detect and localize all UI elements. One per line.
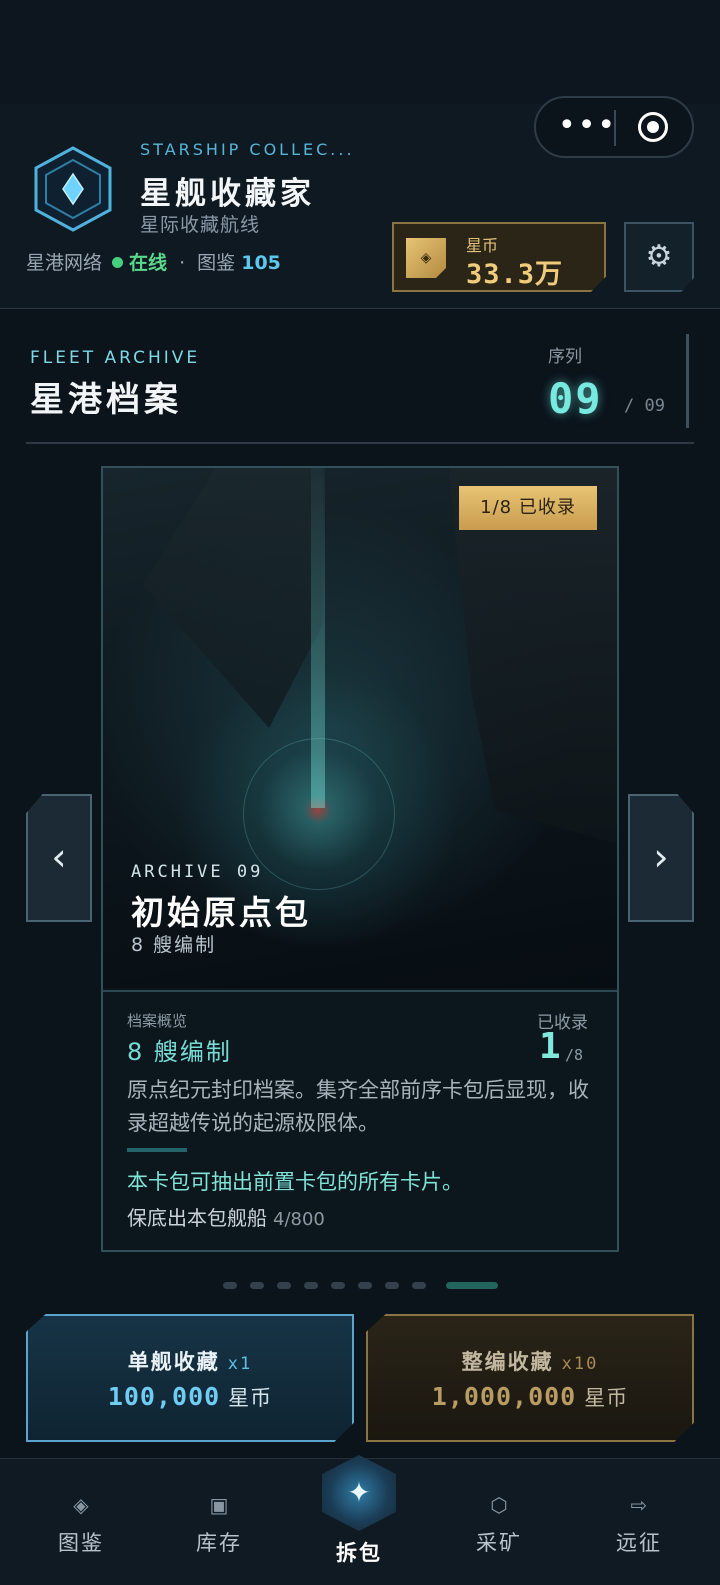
collected-badge: 1/8 已收录 bbox=[459, 486, 597, 530]
card-divider bbox=[103, 990, 617, 992]
starship-hull-art bbox=[143, 468, 323, 728]
fleet-collect-unit: 星币 bbox=[584, 1386, 629, 1410]
target-icon bbox=[647, 121, 659, 133]
sequence-bar bbox=[686, 334, 689, 428]
tab-label: 拆包 bbox=[336, 1541, 382, 1565]
app-title: 星舰收藏家 bbox=[140, 176, 315, 212]
overview-value: 8 艘编制 bbox=[127, 1038, 232, 1066]
tab-label: 采矿 bbox=[476, 1531, 522, 1555]
codex-label: 图鉴 bbox=[197, 252, 236, 274]
collected-total: /8 bbox=[565, 1046, 584, 1064]
inventory-icon: ▣ bbox=[209, 1493, 229, 1517]
miniapp-capsule: ••• bbox=[534, 96, 694, 158]
sequence-label: 序列 bbox=[548, 347, 582, 367]
archive-divider bbox=[26, 442, 694, 444]
pagination-dot[interactable] bbox=[277, 1282, 291, 1289]
chevron-right-icon: › bbox=[653, 835, 669, 879]
mining-icon: ⬡ bbox=[490, 1493, 508, 1517]
fleet-collect-label: 整编收藏 bbox=[461, 1350, 554, 1374]
fleet-collect-button[interactable]: 整编收藏 x10 1,000,000 星币 bbox=[366, 1314, 694, 1442]
tab-label: 库存 bbox=[196, 1531, 242, 1555]
tab-open-pack[interactable]: ✦ 拆包 bbox=[304, 1455, 414, 1585]
pagination-dot[interactable] bbox=[358, 1282, 372, 1289]
close-target-button[interactable] bbox=[638, 112, 668, 142]
codex-icon: ◈ bbox=[73, 1493, 89, 1517]
coin-icon: ◈ bbox=[406, 238, 446, 278]
single-collect-multiplier: x1 bbox=[227, 1354, 253, 1374]
pagination-dot[interactable] bbox=[385, 1282, 399, 1289]
coin-value: 33.3万 bbox=[466, 259, 564, 290]
expedition-icon: ⇨ bbox=[630, 1493, 648, 1517]
pagination-dot[interactable] bbox=[250, 1282, 264, 1289]
pagination-dot-active[interactable] bbox=[446, 1282, 498, 1289]
status-separator: · bbox=[179, 252, 186, 274]
settings-button[interactable]: ⚙ bbox=[624, 222, 694, 292]
pack-card[interactable]: 1/8 已收录 ARCHIVE 09 初始原点包 8 艘编制 档案概览 8 艘编… bbox=[101, 466, 619, 1252]
description-accent-line bbox=[127, 1148, 187, 1152]
status-area bbox=[0, 0, 720, 104]
card-title: 初始原点包 bbox=[131, 893, 311, 932]
pagination-dot[interactable] bbox=[331, 1282, 345, 1289]
card-description: 原点纪元封印档案。集齐全部前序卡包后显现，收录超越传说的起源极限体。 bbox=[127, 1078, 589, 1135]
energy-ring-art bbox=[243, 738, 395, 890]
codex-count: 105 bbox=[241, 252, 281, 274]
fleet-collect-price: 1,000,000 bbox=[431, 1382, 577, 1411]
archive-label-en: FLEET ARCHIVE bbox=[30, 348, 201, 368]
card-label-en: ARCHIVE 09 bbox=[131, 862, 264, 882]
pagination-dot[interactable] bbox=[223, 1282, 237, 1289]
guarantee-count: 4/800 bbox=[273, 1209, 325, 1230]
app-subtitle-en: STARSHIP COLLEC... bbox=[140, 140, 355, 159]
card-subtitle: 8 艘编制 bbox=[131, 934, 217, 956]
online-dot-icon bbox=[112, 257, 124, 268]
tab-inventory[interactable]: ▣ 库存 bbox=[164, 1459, 274, 1585]
tab-label: 远征 bbox=[616, 1531, 662, 1555]
tab-codex[interactable]: ◈ 图鉴 bbox=[26, 1459, 136, 1585]
guarantee-label: 保底出本包舰船 bbox=[127, 1206, 267, 1230]
sequence-total: / 09 bbox=[624, 396, 665, 416]
more-menu-button[interactable]: ••• bbox=[558, 111, 615, 141]
capsule-divider bbox=[614, 110, 616, 146]
pagination-dot[interactable] bbox=[304, 1282, 318, 1289]
pagination-dot[interactable] bbox=[412, 1282, 426, 1289]
prev-pack-button[interactable]: ‹ bbox=[26, 794, 92, 922]
single-collect-button[interactable]: 单舰收藏 x1 100,000 星币 bbox=[26, 1314, 354, 1442]
single-collect-price: 100,000 bbox=[107, 1382, 221, 1411]
coin-balance[interactable]: ◈ 星币 33.3万 bbox=[392, 222, 606, 292]
archive-title: 星港档案 bbox=[30, 380, 182, 420]
app-subtitle: 星际收藏航线 bbox=[140, 214, 261, 236]
online-status: 在线 bbox=[129, 252, 168, 274]
pack-artwork: 1/8 已收录 ARCHIVE 09 初始原点包 8 艘编制 bbox=[103, 468, 617, 988]
network-status: 星港网络 在线 · 图鉴 105 bbox=[26, 248, 281, 275]
guarantee-row: 保底出本包舰船 4/800 bbox=[127, 1202, 325, 1231]
gear-icon: ⚙ bbox=[645, 239, 673, 274]
tab-label: 图鉴 bbox=[58, 1531, 104, 1555]
fleet-collect-multiplier: x10 bbox=[561, 1354, 599, 1374]
tab-expedition[interactable]: ⇨ 远征 bbox=[584, 1459, 694, 1585]
single-collect-unit: 星币 bbox=[228, 1386, 273, 1410]
tab-mining[interactable]: ⬡ 采矿 bbox=[444, 1459, 554, 1585]
bottom-tab-bar: ◈ 图鉴 ▣ 库存 ✦ 拆包 ⬡ 采矿 ⇨ 远征 bbox=[0, 1455, 720, 1585]
open-pack-icon: ✦ bbox=[347, 1476, 371, 1509]
collected-count: 1 bbox=[539, 1026, 561, 1067]
single-collect-label: 单舰收藏 bbox=[127, 1350, 220, 1374]
card-note: 本卡包可抽出前置卡包的所有卡片。 bbox=[127, 1170, 463, 1194]
next-pack-button[interactable]: › bbox=[628, 794, 694, 922]
network-label: 星港网络 bbox=[26, 252, 103, 274]
sequence-current: 09 bbox=[548, 374, 603, 423]
overview-label: 档案概览 bbox=[127, 1012, 188, 1030]
app-logo-icon bbox=[34, 146, 112, 232]
chevron-left-icon: ‹ bbox=[51, 835, 67, 879]
